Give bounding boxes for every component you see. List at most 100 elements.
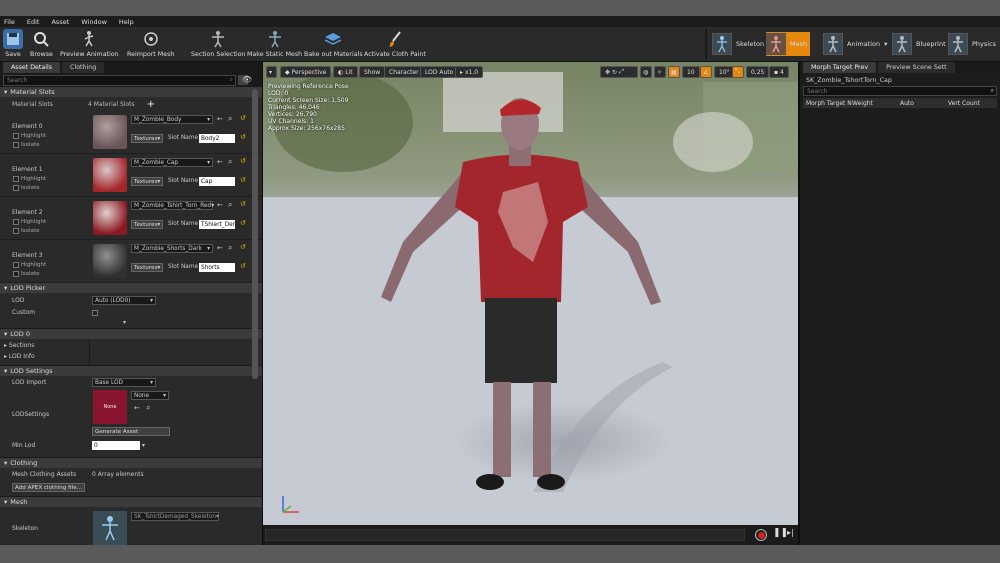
grid-snap-toggle[interactable]: ▦ <box>668 66 680 78</box>
textures-dropdown[interactable]: Textures ▾ <box>131 220 164 229</box>
slot-name-input[interactable]: Body2 <box>199 134 235 143</box>
character-button[interactable]: Character <box>384 66 424 78</box>
bake-out-materials-button[interactable]: Bake out Materials <box>304 29 363 58</box>
slot-name-input[interactable]: Cap <box>199 177 235 186</box>
slot-name-input[interactable]: TShiert_Den <box>199 220 236 229</box>
mode-blueprint[interactable]: Blueprint <box>892 32 946 56</box>
tab-clothing[interactable]: Clothing <box>62 62 105 73</box>
section-material-slots[interactable]: ▾ Material Slots <box>0 87 262 97</box>
lit-button[interactable]: ◐ Lit <box>333 66 358 78</box>
details-scrollbar[interactable] <box>252 89 258 379</box>
menu-window[interactable]: Window <box>81 18 107 26</box>
lod-select[interactable]: Auto (LOD0) ▾ <box>92 296 156 305</box>
generate-asset-button[interactable]: Generate Asset <box>92 427 170 436</box>
section-lod-picker[interactable]: ▾ LOD Picker <box>0 283 262 293</box>
save-button[interactable]: Save <box>3 29 23 58</box>
reset-icon[interactable]: ↺ <box>240 262 246 270</box>
sections-row[interactable]: ▸ Sections <box>4 342 34 349</box>
min-lod-input[interactable]: 0 <box>92 441 140 450</box>
perspective-button[interactable]: ◆ Perspective <box>280 66 332 78</box>
mode-skeleton[interactable]: Skeleton <box>712 32 764 56</box>
reset-icon[interactable]: ↺ <box>240 200 246 208</box>
reset-icon[interactable]: ↺ <box>240 176 246 184</box>
material-select[interactable]: M_Zombie_Shorts_Dark ▾ <box>131 244 213 253</box>
skeleton-thumbnail[interactable] <box>93 511 127 545</box>
skeleton-select[interactable]: SK_TshirtDemaged_Skeleton ▾ <box>131 512 219 521</box>
reset-icon[interactable]: ↺ <box>240 114 246 122</box>
lod-auto-button[interactable]: LOD Auto <box>420 66 459 78</box>
eye-icon[interactable]: 👁 <box>242 75 252 84</box>
menu-help[interactable]: Help <box>119 18 134 26</box>
use-selected-icon[interactable]: ← <box>217 244 223 252</box>
reset-icon[interactable]: ↺ <box>240 243 246 251</box>
material-select[interactable]: M_Zombie_Cap ▾ <box>131 158 213 167</box>
material-select[interactable]: M_Zombie_Tshirt_Torn_Red ▾ <box>131 201 214 210</box>
morph-search-input[interactable]: Search ⌕ <box>803 86 997 96</box>
col-vert-count[interactable]: Vert Count <box>948 100 996 107</box>
browse-asset-icon[interactable]: ⌕ <box>228 114 232 124</box>
reset-icon[interactable]: ↺ <box>240 219 246 227</box>
browse-asset-icon[interactable]: ⌕ <box>228 200 232 210</box>
col-morph-target-name[interactable]: Morph Target N <box>803 100 852 107</box>
add-apex-clothing-button[interactable]: Add APEX clothing file... <box>12 483 86 492</box>
browse-asset-icon[interactable]: ⌕ <box>228 243 232 253</box>
step-forward-icon[interactable]: ▸| <box>787 528 794 537</box>
textures-dropdown[interactable]: Textures ▾ <box>131 177 164 186</box>
isolate-checkbox[interactable] <box>13 142 19 148</box>
highlight-checkbox[interactable] <box>13 133 19 139</box>
show-button[interactable]: Show <box>359 66 386 78</box>
section-clothing[interactable]: ▾ Clothing <box>0 458 262 468</box>
activate-cloth-paint-button[interactable]: Activate Cloth Paint <box>364 29 426 58</box>
section-lod-settings[interactable]: ▾ LOD Settings <box>0 366 262 376</box>
menu-asset[interactable]: Asset <box>51 18 69 26</box>
mode-mesh[interactable]: Mesh <box>766 32 811 56</box>
tab-preview-scene-settings[interactable]: Preview Scene Sett <box>878 62 955 73</box>
mode-animation[interactable]: Animation ▾ <box>823 32 887 56</box>
tab-morph-target-preview[interactable]: Morph Target Prev <box>803 62 877 73</box>
material-thumbnail[interactable] <box>93 158 127 192</box>
reset-icon[interactable]: ↺ <box>240 133 246 141</box>
isolate-checkbox[interactable] <box>13 271 19 277</box>
scale-snap-value[interactable]: 0,25 <box>746 66 770 78</box>
highlight-checkbox[interactable] <box>13 176 19 182</box>
material-thumbnail[interactable] <box>93 115 127 149</box>
reset-icon[interactable]: ↺ <box>240 157 246 165</box>
menu-file[interactable]: File <box>4 18 15 26</box>
record-button[interactable] <box>755 529 767 541</box>
material-select[interactable]: M_Zombie_Body ▾ <box>131 115 213 124</box>
lod-settings-asset-select[interactable]: None ▾ <box>131 391 169 400</box>
expand-arrow-icon[interactable]: ▾ <box>123 319 126 326</box>
slot-name-input[interactable]: Shorts <box>199 263 235 272</box>
browse-asset-icon[interactable]: ⌕ <box>146 403 150 413</box>
highlight-checkbox[interactable] <box>13 219 19 225</box>
browse-asset-icon[interactable]: ⌕ <box>228 157 232 167</box>
col-auto[interactable]: Auto <box>900 100 948 107</box>
material-thumbnail[interactable] <box>93 244 127 278</box>
material-thumbnail[interactable] <box>93 201 127 235</box>
menu-edit[interactable]: Edit <box>27 18 40 26</box>
section-selection-button[interactable]: Section Selection <box>191 29 245 58</box>
lod-settings-thumbnail[interactable]: None <box>93 390 127 424</box>
use-selected-icon[interactable]: ← <box>217 158 223 166</box>
transform-tools[interactable]: ✥ ↻ ⤢ <box>600 66 638 78</box>
section-lod0[interactable]: ▾ LOD 0 <box>0 329 262 339</box>
world-local-button[interactable]: ◍ <box>640 66 652 78</box>
chevron-down-icon[interactable]: ▾ <box>142 442 145 449</box>
lod-info-row[interactable]: ▸ LOD Info <box>4 353 35 360</box>
timeline-scrubber[interactable] <box>265 529 745 541</box>
camera-speed-button[interactable]: ▪ 4 <box>769 66 789 78</box>
use-selected-icon[interactable]: ← <box>217 201 223 209</box>
rotation-snap-toggle[interactable]: ∠ <box>700 66 712 78</box>
surface-snap-button[interactable]: ✧ <box>654 66 666 78</box>
scale-snap-toggle[interactable]: ⤡ <box>732 66 744 78</box>
make-static-mesh-button[interactable]: Make Static Mesh <box>247 29 302 58</box>
playback-speed-button[interactable]: ▸ x1,0 <box>455 66 484 78</box>
viewport[interactable]: ▾ ◆ Perspective ◐ Lit Show Character LOD A… <box>263 62 798 525</box>
preview-animation-button[interactable]: Preview Animation <box>60 29 119 58</box>
section-mesh[interactable]: ▾ Mesh <box>0 497 262 507</box>
add-slot-icon[interactable]: + <box>147 99 155 110</box>
reimport-mesh-button[interactable]: Reimport Mesh <box>127 29 174 58</box>
textures-dropdown[interactable]: Textures ▾ <box>131 263 164 272</box>
isolate-checkbox[interactable] <box>13 185 19 191</box>
use-selected-icon[interactable]: ← <box>217 115 223 123</box>
